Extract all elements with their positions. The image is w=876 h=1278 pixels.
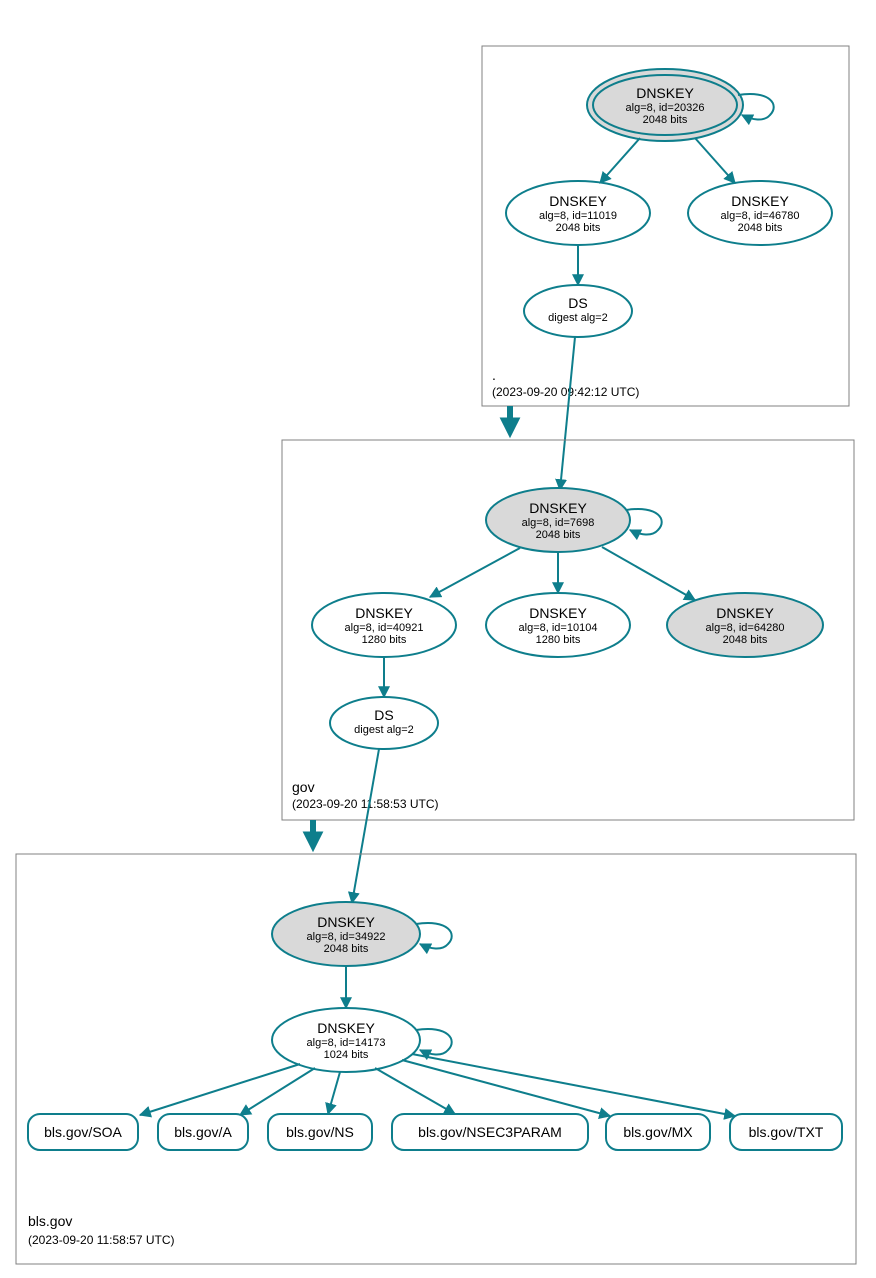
svg-text:DNSKEY: DNSKEY: [355, 605, 413, 621]
node-gov-ds: DS digest alg=2: [330, 697, 438, 749]
rrset-nsec3param: bls.gov/NSEC3PARAM: [392, 1114, 588, 1150]
zone-root: . (2023-09-20 09:42:12 UTC) DNSKEY alg=8…: [482, 46, 849, 406]
svg-text:DNSKEY: DNSKEY: [317, 1020, 375, 1036]
svg-text:digest alg=2: digest alg=2: [548, 312, 608, 324]
svg-text:alg=8, id=14173: alg=8, id=14173: [307, 1037, 386, 1049]
svg-text:DNSKEY: DNSKEY: [549, 193, 607, 209]
edge-zsk-to-mx: [402, 1060, 610, 1116]
rrset-mx: bls.gov/MX: [606, 1114, 710, 1150]
svg-text:2048 bits: 2048 bits: [324, 943, 369, 955]
edge-gov-ksk-to-zsk1: [430, 548, 520, 597]
svg-text:bls.gov/MX: bls.gov/MX: [623, 1124, 693, 1140]
edge-gov-ksk-to-ksk2: [602, 547, 695, 600]
svg-text:2048 bits: 2048 bits: [556, 222, 601, 234]
node-bls-zsk: DNSKEY alg=8, id=14173 1024 bits: [272, 1008, 420, 1072]
edge-gov-ksk-self: [626, 509, 662, 535]
svg-text:bls.gov/NSEC3PARAM: bls.gov/NSEC3PARAM: [418, 1124, 562, 1140]
svg-text:2048 bits: 2048 bits: [643, 114, 688, 126]
svg-text:alg=8, id=64280: alg=8, id=64280: [706, 622, 785, 634]
svg-text:alg=8, id=46780: alg=8, id=46780: [721, 210, 800, 222]
rrset-ns: bls.gov/NS: [268, 1114, 372, 1150]
edge-root-ds-to-gov-ksk: [560, 337, 575, 490]
svg-text:bls.gov/NS: bls.gov/NS: [286, 1124, 354, 1140]
edge-root-ksk-to-zsk2: [695, 138, 735, 183]
svg-text:alg=8, id=7698: alg=8, id=7698: [522, 517, 595, 529]
node-gov-zsk-40921: DNSKEY alg=8, id=40921 1280 bits: [312, 593, 456, 657]
rrset-txt: bls.gov/TXT: [730, 1114, 842, 1150]
rrset-soa: bls.gov/SOA: [28, 1114, 138, 1150]
node-root-zsk-46780: DNSKEY alg=8, id=46780 2048 bits: [688, 181, 832, 245]
edge-zsk-to-soa: [140, 1064, 300, 1115]
svg-text:alg=8, id=11019: alg=8, id=11019: [539, 210, 617, 222]
zone-gov-timestamp: (2023-09-20 11:58:53 UTC): [292, 797, 439, 811]
svg-text:digest alg=2: digest alg=2: [354, 724, 414, 736]
svg-text:bls.gov/A: bls.gov/A: [174, 1124, 232, 1140]
svg-text:2048 bits: 2048 bits: [723, 634, 768, 646]
node-bls-ksk: DNSKEY alg=8, id=34922 2048 bits: [272, 902, 420, 966]
svg-text:2048 bits: 2048 bits: [536, 529, 581, 541]
dnssec-chain-diagram: . (2023-09-20 09:42:12 UTC) DNSKEY alg=8…: [0, 0, 876, 1278]
svg-text:alg=8, id=20326: alg=8, id=20326: [626, 102, 705, 114]
svg-text:alg=8, id=40921: alg=8, id=40921: [345, 622, 424, 634]
edge-zsk-to-a: [240, 1068, 315, 1115]
zone-root-label: .: [492, 367, 496, 383]
svg-text:DNSKEY: DNSKEY: [317, 914, 375, 930]
svg-text:DNSKEY: DNSKEY: [731, 193, 789, 209]
zone-bls: bls.gov (2023-09-20 11:58:57 UTC) DNSKEY…: [16, 854, 856, 1264]
svg-text:DNSKEY: DNSKEY: [529, 605, 587, 621]
svg-text:bls.gov/TXT: bls.gov/TXT: [749, 1124, 824, 1140]
node-gov-zsk-10104: DNSKEY alg=8, id=10104 1280 bits: [486, 593, 630, 657]
zone-bls-label: bls.gov: [28, 1213, 72, 1229]
node-gov-ksk: DNSKEY alg=8, id=7698 2048 bits: [486, 488, 630, 552]
edge-bls-ksk-self: [416, 923, 452, 949]
edge-gov-ds-to-bls-ksk: [352, 749, 379, 903]
svg-text:alg=8, id=34922: alg=8, id=34922: [307, 931, 386, 943]
zone-gov: gov (2023-09-20 11:58:53 UTC) DNSKEY alg…: [282, 440, 854, 820]
svg-text:DNSKEY: DNSKEY: [716, 605, 774, 621]
node-gov-ksk-64280: DNSKEY alg=8, id=64280 2048 bits: [667, 593, 823, 657]
svg-text:2048 bits: 2048 bits: [738, 222, 783, 234]
edge-bls-zsk-self: [416, 1029, 452, 1055]
svg-text:1024 bits: 1024 bits: [324, 1049, 369, 1061]
node-root-zsk-11019: DNSKEY alg=8, id=11019 2048 bits: [506, 181, 650, 245]
edge-zsk-to-ns: [328, 1072, 340, 1114]
edge-root-ksk-to-zsk1: [600, 138, 640, 183]
edge-zsk-to-nsec3: [375, 1068, 455, 1114]
zone-root-timestamp: (2023-09-20 09:42:12 UTC): [492, 385, 639, 399]
node-root-ds: DS digest alg=2: [524, 285, 632, 337]
zone-bls-timestamp: (2023-09-20 11:58:57 UTC): [28, 1233, 175, 1247]
rrset-a: bls.gov/A: [158, 1114, 248, 1150]
svg-text:alg=8, id=10104: alg=8, id=10104: [519, 622, 598, 634]
svg-text:DNSKEY: DNSKEY: [529, 500, 587, 516]
svg-text:1280 bits: 1280 bits: [536, 634, 581, 646]
zone-gov-label: gov: [292, 779, 315, 795]
svg-text:DS: DS: [568, 295, 587, 311]
svg-text:DNSKEY: DNSKEY: [636, 85, 694, 101]
node-root-ksk: DNSKEY alg=8, id=20326 2048 bits: [587, 69, 743, 141]
svg-text:bls.gov/SOA: bls.gov/SOA: [44, 1124, 122, 1140]
svg-text:DS: DS: [374, 707, 393, 723]
svg-text:1280 bits: 1280 bits: [362, 634, 407, 646]
